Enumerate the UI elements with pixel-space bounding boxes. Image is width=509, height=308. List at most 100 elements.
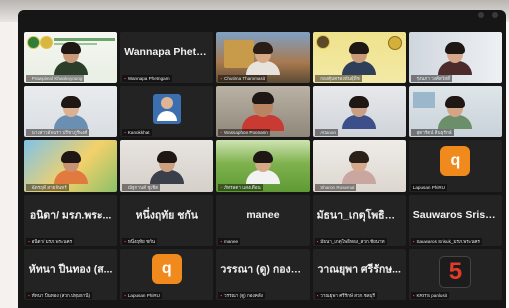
participant-video bbox=[438, 96, 473, 130]
video-tile[interactable]: อนิดา/ มรภ.พระ... ▪ อนิดา/ มรภ.พระนคร bbox=[24, 194, 118, 246]
participant-display-name: manee bbox=[246, 209, 280, 222]
mic-muted-icon: ▪ bbox=[220, 238, 223, 244]
mic-muted-icon: ▪ bbox=[124, 130, 126, 136]
mic-muted-icon: ▪ bbox=[124, 184, 126, 190]
video-tile[interactable]: ▪ กองคุ้มครองพันธุ์พืช bbox=[312, 32, 406, 84]
mic-muted-icon: ▪ bbox=[412, 130, 415, 136]
video-tile[interactable]: ▪ Chutima Thammasit bbox=[216, 32, 310, 84]
participant-name: ▪ Attanan bbox=[314, 129, 339, 137]
profile-picture bbox=[152, 94, 181, 125]
mic-muted-icon: ▪ bbox=[412, 238, 415, 244]
participant-video bbox=[53, 42, 88, 76]
participant-name: ▪ กองคุ้มครองพันธุ์พืช bbox=[314, 75, 362, 83]
participant-name: ▪ Chutima Thammasit bbox=[218, 75, 268, 83]
mic-muted-icon: ▪ bbox=[316, 184, 319, 190]
organization-logo-icon bbox=[27, 36, 40, 49]
participant-name: ▪ Sharon Rosemal bbox=[314, 183, 357, 191]
participant-display-name: Wannapa Phetn... bbox=[124, 46, 212, 59]
mic-muted-icon: ▪ bbox=[124, 76, 126, 82]
video-tile[interactable]: ▪ Attanan bbox=[312, 86, 406, 138]
mic-muted-icon: ▪ bbox=[412, 76, 415, 82]
video-tile[interactable]: มัธนา_เกตุโพธิทอ... ▪ มัธนา_เกตุโพธิทอง_ส… bbox=[312, 194, 406, 246]
participant-name: ▪ Kanokkhat bbox=[122, 129, 152, 137]
participant-name: ▪ Prawpimol Khaokoyoung bbox=[26, 75, 85, 83]
participant-name: ▪ Lapusan PhiRU bbox=[122, 292, 163, 299]
mic-muted-icon: ▪ bbox=[28, 293, 30, 298]
mic-muted-icon: ▪ bbox=[28, 76, 30, 82]
participant-display-name: อนิดา/ มรภ.พระ... bbox=[29, 209, 112, 222]
mic-muted-icon: ▪ bbox=[124, 293, 126, 298]
video-tile[interactable]: หัทนา ปีนทอง (ส... ▪ หัทนา ปีนทอง (สวก.ปท… bbox=[24, 248, 118, 300]
participant-video bbox=[245, 150, 280, 184]
video-tile[interactable]: manee ▪ manee bbox=[216, 194, 310, 246]
mic-muted-icon: ▪ bbox=[412, 293, 415, 298]
participant-video bbox=[342, 42, 377, 76]
video-tile[interactable]: ▪ ภัทรลดา แสงเดือน bbox=[216, 140, 310, 192]
close-icon[interactable] bbox=[492, 12, 498, 18]
video-tile[interactable]: q ▪ Lapusan PhiRU bbox=[120, 248, 214, 300]
video-tile[interactable]: วาณยุพา ศรีรักษ... ▪ วาณยุพา ศรีรักษ์ สวก… bbox=[312, 248, 406, 300]
video-tile[interactable]: ▪ นางสาวอัจฉรา ปรีชาภูรีพงศ์ bbox=[24, 86, 118, 138]
mic-muted-icon: ▪ bbox=[220, 130, 223, 136]
participant-name: ▪ หัทนา ปีนทอง (สวก.ปทุมธานี) bbox=[26, 292, 93, 299]
number-five-logo-icon: 5 bbox=[439, 255, 472, 288]
video-tile[interactable]: 5 ▪ KRITS panlusit bbox=[408, 248, 502, 300]
video-tile[interactable]: Sauwaros Srisu... ▪ Sauwaros Srisuk_มรภ.พ… bbox=[408, 194, 502, 246]
mic-muted-icon: ▪ bbox=[316, 293, 319, 298]
video-tile[interactable]: ▪ ณัฐกานต์ ชูเชิด bbox=[120, 140, 214, 192]
participant-name: ▪ ภัทรลดา แสงเดือน bbox=[218, 183, 263, 191]
participant-name: ▪ ฉัตรฤดี สายจันทร์ bbox=[26, 183, 69, 191]
participant-display-name: มัธนา_เกตุโพธิทอ... bbox=[316, 209, 406, 222]
participant-video bbox=[241, 92, 284, 132]
mic-muted-icon: ▪ bbox=[316, 76, 319, 82]
participant-name: ▪ KRITS panlusit bbox=[410, 292, 450, 299]
video-tile[interactable]: q Lapusan PhiRU bbox=[408, 140, 502, 192]
mic-muted-icon: ▪ bbox=[220, 76, 223, 82]
video-tile[interactable]: ▪ ฉัตรฤดี สายจันทร์ bbox=[24, 140, 118, 192]
participant-display-name: วาณยุพา ศรีรักษ... bbox=[317, 263, 401, 276]
window-controls bbox=[478, 12, 498, 18]
minimize-icon[interactable] bbox=[478, 12, 484, 18]
video-tile[interactable]: ▪ Sharon Rosemal bbox=[312, 140, 406, 192]
participant-video bbox=[149, 150, 184, 184]
video-tile[interactable]: ▪ Wassaphon Poonarin bbox=[216, 86, 310, 138]
participant-name: ▪ วรรณา (ดู) กองคลัง bbox=[218, 292, 265, 299]
participant-video bbox=[53, 96, 88, 130]
participant-name: ▪ อนิดา/ มรภ.พระนคร bbox=[26, 237, 75, 245]
q-app-logo-icon: q bbox=[440, 145, 471, 176]
participant-video bbox=[53, 150, 88, 184]
mic-muted-icon: ▪ bbox=[28, 130, 30, 136]
participant-video bbox=[245, 42, 280, 76]
participant-name: ▪ รุ่งนภา วงศ์สวัสดิ์ bbox=[410, 75, 453, 83]
video-tile[interactable]: ▪ รุ่งนภา วงศ์สวัสดิ์ bbox=[408, 32, 502, 84]
video-tile[interactable]: หนึ่งฤทัย ชกัน ▪ หนึ่งฤทัย ชกัน bbox=[120, 194, 214, 246]
mic-muted-icon: ▪ bbox=[316, 130, 319, 136]
participant-name: ▪ หนึ่งฤทัย ชกัน bbox=[122, 237, 158, 245]
organization-logo-icon bbox=[315, 35, 330, 49]
mic-muted-icon: ▪ bbox=[124, 238, 126, 244]
video-gallery: ▪ Prawpimol Khaokoyoung Wannapa Phetn... … bbox=[24, 32, 502, 300]
participant-name: ▪ Wassaphon Poonarin bbox=[218, 129, 270, 137]
participant-display-name: วรรณา (ดู) กองคลัง bbox=[220, 263, 310, 276]
participant-video bbox=[342, 150, 377, 184]
participant-video bbox=[342, 96, 377, 130]
video-tile[interactable]: ▪ Kanokkhat bbox=[120, 86, 214, 138]
participant-name: ▪ มัธนา_เกตุโพธิทอง_สวก.ชัยนาท bbox=[314, 237, 387, 245]
participant-display-name: หนึ่งฤทัย ชกัน bbox=[135, 209, 198, 222]
seal-icon bbox=[40, 36, 53, 49]
participant-display-name: Sauwaros Srisu... bbox=[412, 209, 501, 222]
participant-name: ▪ นางสาวอัจฉรา ปรีชาภูรีพงศ์ bbox=[26, 129, 90, 137]
participant-name: ▪ Wannapa Phetngam bbox=[122, 75, 172, 83]
participant-name: Lapusan PhiRU bbox=[410, 183, 447, 191]
participant-name: ▪ manee bbox=[218, 237, 241, 245]
video-tile[interactable]: ▪ Prawpimol Khaokoyoung bbox=[24, 32, 118, 84]
video-tile[interactable]: วรรณา (ดู) กองคลัง ▪ วรรณา (ดู) กองคลัง bbox=[216, 248, 310, 300]
participant-name: ▪ Sauwaros Srisuk_มรภ.พระนคร bbox=[410, 237, 482, 245]
video-tile[interactable]: ▪ สุดารัตน์ สินธุรักษ์ bbox=[408, 86, 502, 138]
mic-muted-icon: ▪ bbox=[28, 184, 30, 190]
participant-name: ▪ ณัฐกานต์ ชูเชิด bbox=[122, 183, 161, 191]
mic-muted-icon: ▪ bbox=[220, 184, 223, 190]
video-tile[interactable]: Wannapa Phetn... ▪ Wannapa Phetngam bbox=[120, 32, 214, 84]
mic-muted-icon: ▪ bbox=[316, 238, 319, 244]
mic-muted-icon: ▪ bbox=[220, 293, 223, 298]
